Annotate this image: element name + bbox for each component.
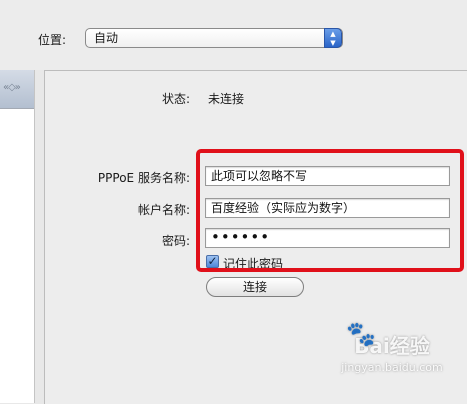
location-select[interactable]: 自动 ▲ ▼ [85, 28, 343, 48]
location-label: 位置: [38, 33, 67, 47]
watermark-url: jingyan.baidu.com [341, 361, 443, 374]
watermark-logo: Bai经验 [354, 334, 430, 358]
pppoe-service-label: PPPoE 服务名称: [97, 171, 190, 185]
annotation-highlight-box [196, 149, 464, 272]
watermark: 🐾 Bai经验 jingyan.baidu.com [322, 320, 462, 390]
toolbar: 位置: 自动 ▲ ▼ [0, 0, 467, 70]
account-label: 帐户名称: [137, 203, 190, 217]
password-label: 密码: [161, 234, 190, 248]
service-list[interactable] [0, 70, 35, 403]
status-value: 未连接 [208, 92, 245, 106]
connect-button[interactable]: 连接 [206, 277, 304, 297]
paw-icon: 🐾 [346, 320, 376, 348]
resize-handle-icon[interactable]: «◇» [3, 82, 27, 98]
status-label: 状态: [161, 92, 190, 106]
location-value: 自动 [94, 31, 119, 45]
select-arrows-icon: ▲ ▼ [324, 28, 342, 48]
